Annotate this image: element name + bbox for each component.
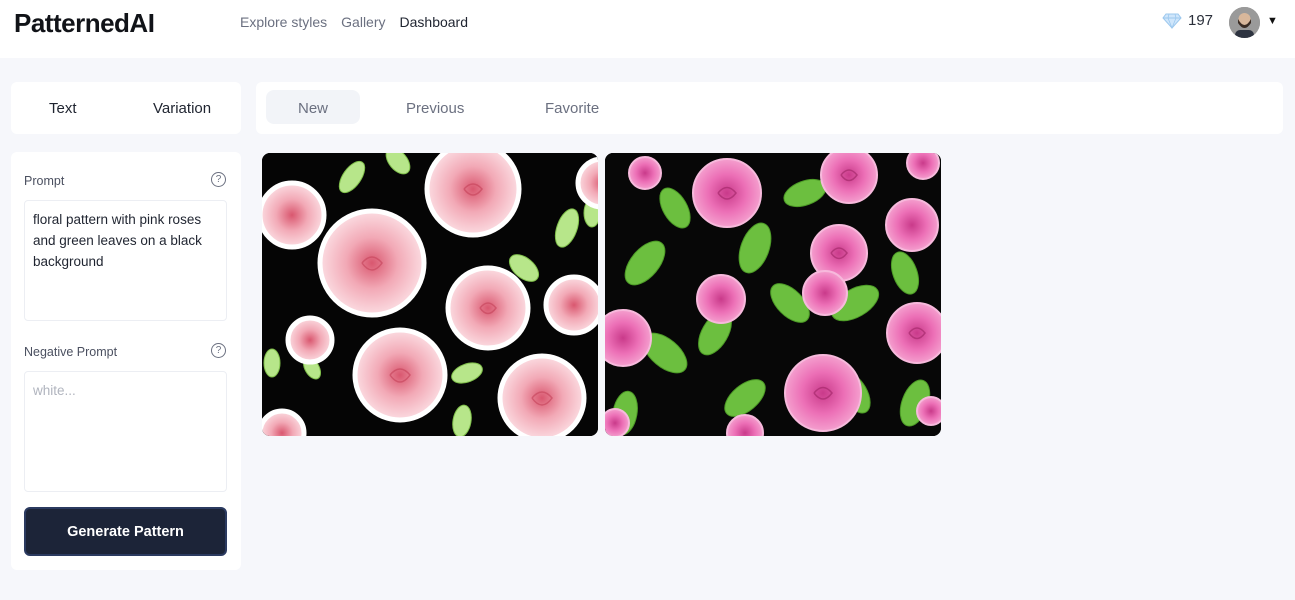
logo[interactable]: PatternedAI [14,8,155,39]
prompt-label: Prompt [24,174,65,188]
prompt-input[interactable] [24,200,227,321]
tab-previous[interactable]: Previous [406,100,464,117]
avatar[interactable] [1229,7,1260,38]
nav-explore-styles[interactable]: Explore styles [240,14,327,30]
mode-tabs: Text Variation [11,82,241,134]
negative-prompt-label: Negative Prompt [24,345,118,359]
pattern-image[interactable] [262,153,598,436]
pattern-image[interactable] [605,153,941,436]
nav-gallery[interactable]: Gallery [341,14,385,30]
top-header: PatternedAI Explore styles Gallery Dashb… [0,0,1295,58]
prompt-form: Prompt ? Negative Prompt ? Generate Patt… [11,152,241,570]
credits-display: 197 [1162,12,1213,29]
tab-favorite[interactable]: Favorite [545,100,599,117]
result-tabs: New Previous Favorite [256,82,1283,134]
chevron-down-icon[interactable]: ▼ [1267,15,1278,27]
generate-pattern-button[interactable]: Generate Pattern [24,507,227,556]
help-icon[interactable]: ? [211,172,226,187]
negative-prompt-input[interactable] [24,371,227,492]
main-nav: Explore styles Gallery Dashboard [240,14,468,30]
nav-dashboard[interactable]: Dashboard [400,14,469,30]
help-icon[interactable]: ? [211,343,226,358]
diamond-icon [1162,13,1182,29]
credits-count: 197 [1188,12,1214,29]
tab-variation[interactable]: Variation [153,100,211,117]
tab-text[interactable]: Text [49,100,77,117]
tab-new[interactable]: New [266,90,360,124]
